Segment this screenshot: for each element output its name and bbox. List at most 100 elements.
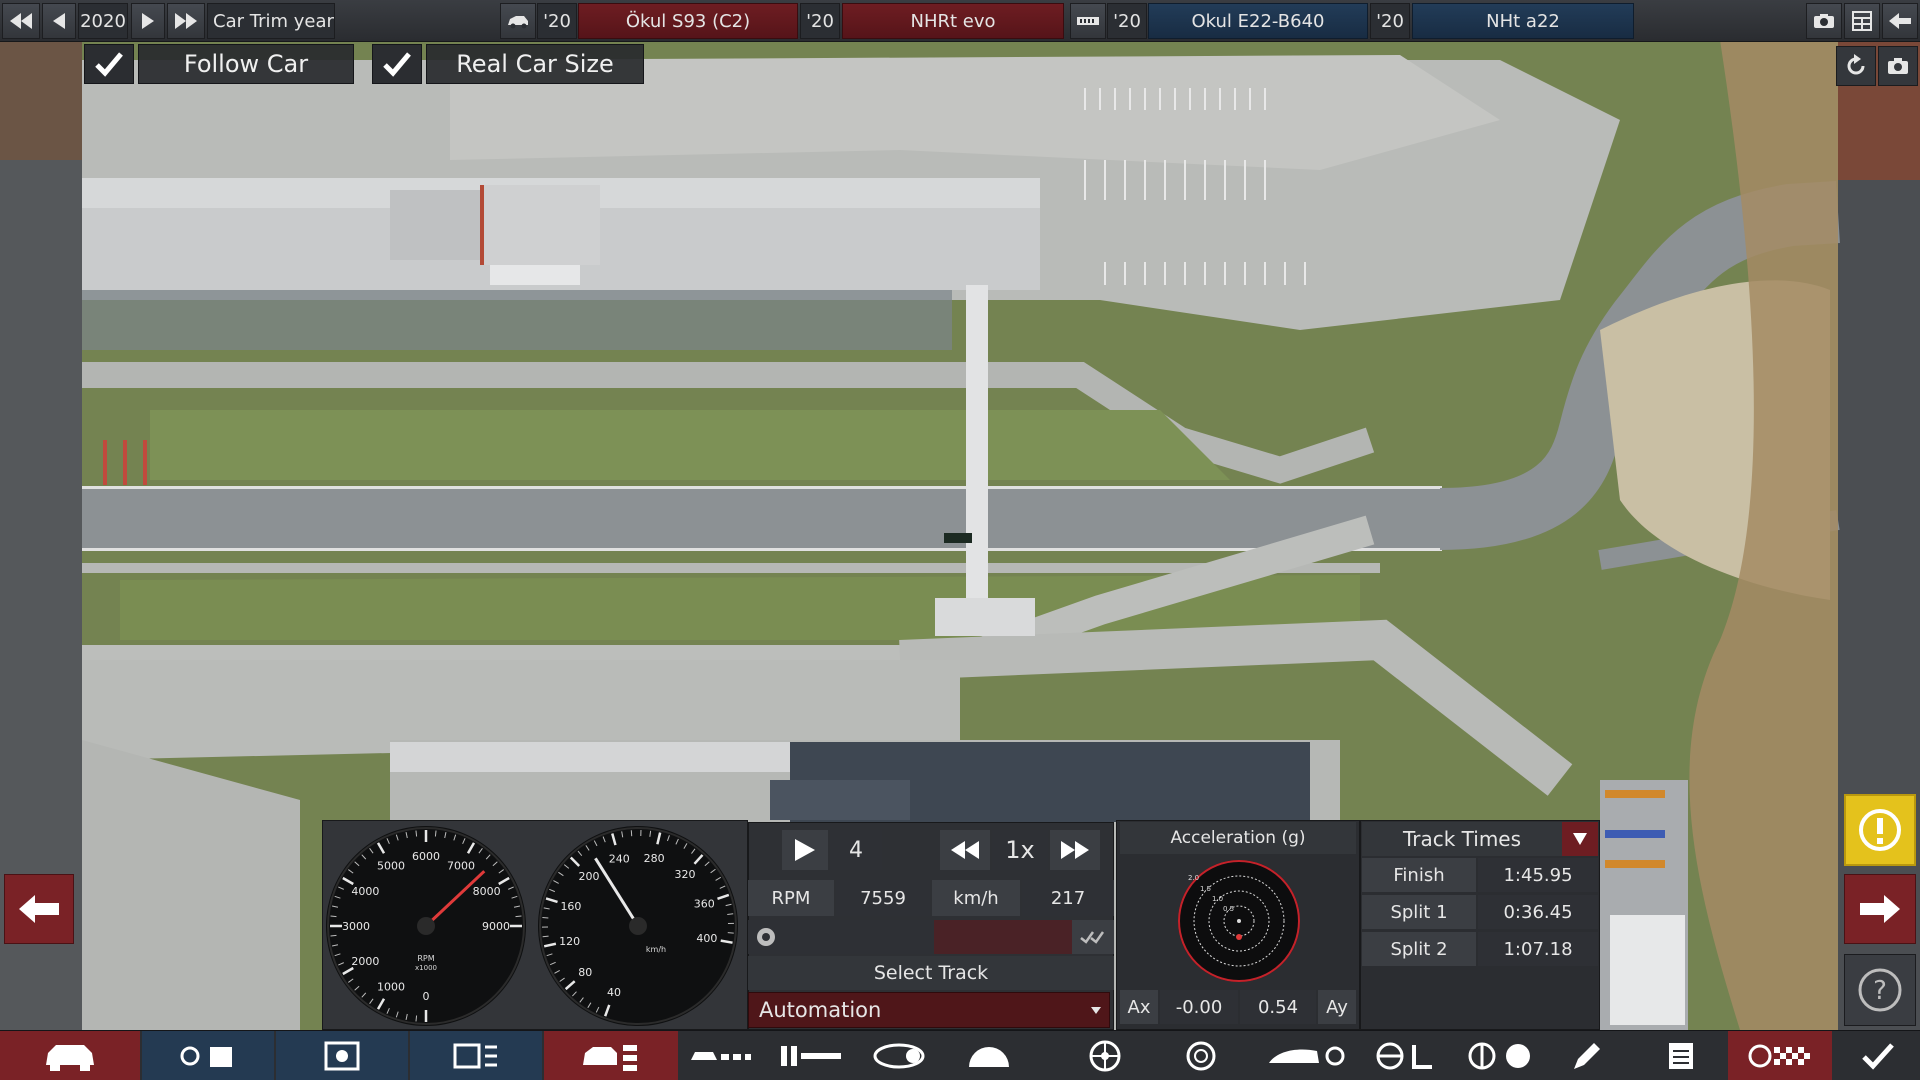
warning-button[interactable] [1844,794,1916,866]
reset-view-icon[interactable] [1836,46,1876,86]
car-3-year: '20 [1107,3,1147,39]
steering-icon [1376,1042,1432,1070]
step-forward-icon[interactable] [131,3,165,39]
follow-car-label[interactable]: Follow Car [138,44,354,84]
bottom-toolbar [0,1030,1920,1080]
safety-tab[interactable] [1454,1031,1550,1080]
back-arrow-icon[interactable] [1882,3,1918,39]
car-1-year: '20 [537,3,577,39]
play-button[interactable] [782,830,828,870]
rewind-button[interactable] [940,830,990,870]
screenshot-icon[interactable] [1878,46,1918,86]
suspension-tab[interactable] [862,1031,948,1080]
gauge-tick-label: 6000 [412,850,440,863]
brakes-tab[interactable] [956,1031,1022,1080]
previous-page-button[interactable] [4,874,74,944]
steering-wheel-icon [757,928,775,946]
gauge-tick-label: 8000 [473,885,501,898]
track-select-value: Automation [759,998,882,1022]
gauge-tick-label: 40 [607,986,621,999]
gauge-tick-label: 360 [694,897,715,910]
chevron-down-icon [1091,1007,1101,1014]
car-2-selector[interactable]: NHRt evo [842,3,1064,39]
gauge-minor-tick [330,934,337,937]
split-2-time: 1:07.18 [1478,932,1598,966]
skip-back-icon[interactable] [2,3,40,39]
help-button[interactable]: ? [1844,954,1916,1026]
gauge-tick-label: 320 [675,868,696,881]
car-1-selector[interactable]: Ökul S93 (C2) [578,3,798,39]
progress-end-icon[interactable] [1072,920,1114,954]
engine-variant-tab[interactable] [410,1031,542,1080]
real-car-size-checkbox[interactable] [372,44,422,84]
trim-tab[interactable] [544,1031,678,1080]
race-flag-icon [1748,1044,1810,1068]
checkmark-icon [1862,1043,1894,1070]
car-4-year: '20 [1370,3,1410,39]
real-car-size-label[interactable]: Real Car Size [426,44,644,84]
gauge-tick-label: 280 [644,852,665,865]
next-page-button[interactable] [1844,874,1916,944]
model-files-tab[interactable] [142,1031,274,1080]
car-3-selector[interactable]: Okul E22-B640 [1148,3,1368,39]
aero-tab[interactable] [1252,1031,1362,1080]
track-test-tab[interactable] [1728,1031,1832,1080]
car-trim-year-label: Car Trim year [207,3,335,39]
gauge-tick-label: 0 [423,990,430,1003]
checkmark-icon [383,52,411,77]
interior-tab[interactable] [1364,1031,1448,1080]
chassis-tab[interactable] [680,1031,762,1080]
select-track-label: Select Track [748,956,1114,990]
rpm-label: RPM [748,880,834,916]
tach-unit: RPM [417,954,434,963]
warning-icon [1859,809,1901,851]
car-body-tab[interactable] [0,1031,140,1080]
fast-forward-button[interactable] [1050,830,1100,870]
split-1-label: Split 1 [1362,895,1476,929]
stats-tab[interactable] [1640,1031,1722,1080]
track-times-title: Track Times [1362,822,1562,856]
gauge-minor-tick [542,916,549,919]
gauge-tick-label: 240 [609,853,630,866]
aero-icon [1269,1046,1345,1066]
top-toolbar: 2020 Car Trim year '20 Ökul S93 (C2) '20… [0,0,1920,42]
help-icon: ? [1858,968,1902,1012]
ax-label: Ax [1120,990,1158,1024]
gauge-tick-label: 5000 [377,859,405,872]
speed-value: 217 [1022,880,1114,916]
checkmark-icon [95,52,123,77]
finish-label: Finish [1362,858,1476,892]
progress-fill[interactable] [934,920,1072,954]
ax-value: -0.00 [1160,990,1238,1024]
gauge-minor-tick [515,915,522,918]
gear-display: 4 [830,830,882,870]
tachometer: 0 1000 2000 3000 4000 5000 6000 7000 8000 9000 RP… [326,826,526,1026]
track-select-dropdown[interactable]: Automation [748,992,1110,1028]
arrow-left-icon [19,895,59,923]
car-group-a-icon[interactable] [500,3,536,39]
skip-forward-icon[interactable] [167,3,205,39]
gauge-minor-tick [434,830,437,837]
chassis-icon [691,1052,751,1060]
g-ring-label: 0.5 [1223,905,1234,913]
progress-track-left[interactable] [748,920,934,954]
acceleration-title: Acceleration (g) [1120,822,1356,854]
step-back-icon[interactable] [42,3,76,39]
clipboard-icon [1669,1043,1693,1069]
car-group-b-icon[interactable] [1070,3,1106,39]
spreadsheet-icon[interactable] [1844,3,1880,39]
wheels-tab[interactable] [1054,1031,1156,1080]
track-times-dropdown[interactable] [1562,822,1598,856]
car-4-selector[interactable]: NHt a22 [1412,3,1634,39]
drivetrain-icon [781,1046,841,1066]
engine-family-tab[interactable] [276,1031,408,1080]
tyres-tab[interactable] [1160,1031,1242,1080]
camera-icon[interactable] [1806,3,1842,39]
drivetrain-tab[interactable] [770,1031,852,1080]
playback-speed[interactable]: 1x [992,830,1048,870]
year-display: 2020 [78,3,128,39]
finish-tab[interactable] [1840,1031,1916,1080]
testing-tab[interactable] [1558,1031,1614,1080]
follow-car-checkbox[interactable] [84,44,134,84]
gauge-minor-tick [415,1015,418,1022]
